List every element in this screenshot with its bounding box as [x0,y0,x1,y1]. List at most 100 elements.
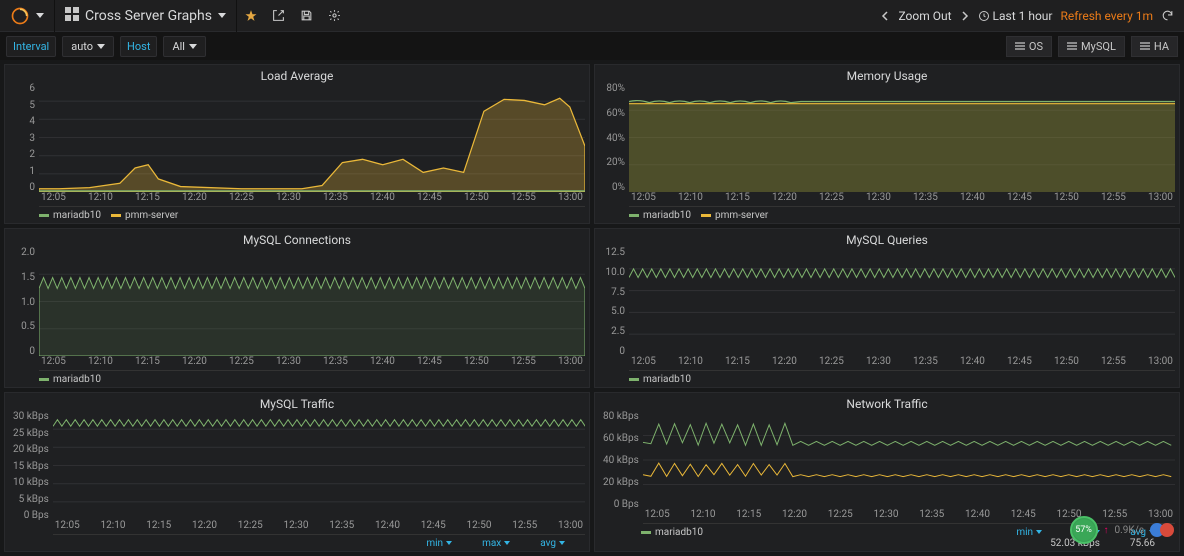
x-tick: 12:50 [464,192,489,206]
x-tick: 12:20 [782,509,807,523]
legend: mariadb10 [599,371,1175,385]
x-axis: 12:05 12:10 12:15 12:20 12:25 12:30 12:3… [629,356,1175,370]
star-button[interactable] [237,0,265,32]
x-tick: 12:45 [1007,192,1032,206]
link-label: MySQL [1081,40,1116,53]
save-button[interactable] [293,0,321,32]
time-range-picker[interactable]: Last 1 hour [978,9,1053,23]
x-tick: 12:35 [323,356,348,370]
time-forward-button[interactable] [960,11,970,21]
x-tick: 12:10 [101,520,126,534]
x-tick: 12:25 [819,192,844,206]
plot-area[interactable]: 12:05 12:10 12:15 12:20 12:25 12:30 12:3… [629,83,1175,207]
y-axis: 12.5 10.0 7.5 5.0 2.5 0 [599,247,629,371]
bars-icon [1140,42,1150,50]
plot-area[interactable]: 12:05 12:10 12:15 12:20 12:25 12:30 12:3… [629,247,1175,371]
x-tick: 12:25 [819,356,844,370]
y-tick: 0 Bps [13,510,49,521]
panel-memory-usage[interactable]: Memory Usage 80% 60% 40% 20% 0% 12:05 [594,64,1180,224]
y-tick: 10 kBps [13,477,49,488]
x-tick: 12:40 [370,192,395,206]
var-interval-value: auto [71,40,93,53]
plot-area[interactable]: 12:05 12:10 12:15 12:20 12:25 12:30 12:3… [39,83,585,207]
y-tick: 0 [603,346,625,357]
y-tick: 0 Bps [603,499,639,510]
progress-badge[interactable]: 57% [1070,516,1098,544]
dot-icon [1160,523,1174,537]
panel-mysql-queries[interactable]: MySQL Queries 12.5 10.0 7.5 5.0 2.5 0 12… [594,228,1180,388]
panel-mysql-traffic[interactable]: MySQL Traffic 30 kBps 25 kBps 20 kBps 15… [4,392,590,552]
y-tick: 0.5 [13,321,35,332]
chart-body: 80 kBps 60 kBps 40 kBps 20 kBps 0 Bps 12… [599,411,1175,524]
x-tick: 12:05 [41,192,66,206]
y-tick: 3 [13,133,35,144]
legend-swatch [629,214,639,217]
refresh-interval-picker[interactable]: Refresh every 1m [1060,9,1153,23]
dashboard-title: Cross Server Graphs [85,8,212,24]
var-interval-picker[interactable]: auto [62,36,114,57]
caret-down-icon [559,541,565,545]
panels-icon [65,7,79,24]
stat-max[interactable]: max [482,537,510,549]
var-interval-label: Interval [6,36,56,57]
x-tick: 12:40 [370,356,395,370]
stat-min[interactable]: min [1016,526,1042,538]
caret-down-icon [446,541,452,545]
y-axis: 2.0 1.5 1.0 0.5 0 [9,247,39,371]
legend-swatch [629,378,639,381]
legend-label: mariadb10 [643,210,691,221]
plot-area[interactable]: 12:05 12:10 12:15 12:20 12:25 12:30 12:3… [39,247,585,371]
stat-avg[interactable]: avg [540,537,565,549]
refresh-button[interactable] [1161,9,1174,22]
legend-item[interactable]: mariadb10 [39,209,101,221]
x-tick: 12:30 [866,192,891,206]
legend-swatch [111,214,121,217]
legend-item[interactable]: mariadb10 [629,209,691,221]
legend-item[interactable]: mariadb10 [629,373,691,385]
legend-item[interactable]: pmm-server [111,209,178,221]
legend-item[interactable]: mariadb10 [641,526,703,538]
panel-mysql-connections[interactable]: MySQL Connections 2.0 1.5 1.0 0.5 0 12:0… [4,228,590,388]
x-tick: 12:05 [41,356,66,370]
y-tick: 1.0 [13,297,35,308]
chart-body: 2.0 1.5 1.0 0.5 0 12:05 12:10 12:15 12:2… [9,247,585,371]
zoom-out-button[interactable]: Zoom Out [898,9,951,23]
x-axis: 12:05 12:10 12:15 12:20 12:25 12:30 12:3… [39,356,585,370]
plot-area[interactable]: 12:05 12:10 12:15 12:20 12:25 12:30 12:3… [643,411,1175,524]
x-axis: 12:05 12:10 12:15 12:20 12:25 12:30 12:3… [629,192,1175,206]
y-tick: 7.5 [603,287,625,298]
legend: mariadb10 pmm-server [9,207,585,221]
y-tick: 5 [13,100,35,111]
x-tick: 12:30 [284,520,309,534]
link-mysql[interactable]: MySQL [1058,36,1125,57]
grafana-logo-icon [10,6,30,26]
plot-area[interactable]: 12:05 12:10 12:15 12:20 12:25 12:30 12:3… [53,411,585,535]
var-host-picker[interactable]: All [163,36,206,57]
y-tick: 20% [603,157,625,168]
dashboard-links: OS MySQL HA [1006,36,1178,57]
y-tick: 2 [13,149,35,160]
panel-title: MySQL Traffic [9,395,585,411]
x-tick: 12:55 [1101,356,1126,370]
legend-item[interactable]: pmm-server [701,209,768,221]
time-back-button[interactable] [880,11,890,21]
link-ha[interactable]: HA [1131,36,1178,57]
legend-item[interactable]: mariadb10 [39,373,101,385]
dashboard-picker[interactable]: Cross Server Graphs [55,0,237,32]
settings-button[interactable] [321,0,349,32]
caret-down-icon [1036,530,1042,534]
chart-body: 80% 60% 40% 20% 0% 12:05 12:10 12:15 [599,83,1175,207]
panel-load-average[interactable]: Load Average 6 5 4 3 2 1 0 [4,64,590,224]
share-button[interactable] [265,0,293,32]
x-tick: 12:15 [725,356,750,370]
app-logo-cell[interactable] [0,0,55,32]
x-tick: 12:15 [146,520,171,534]
badge-dots[interactable] [1150,523,1174,537]
link-os[interactable]: OS [1006,36,1052,57]
y-tick: 0 [13,346,35,357]
stat-min[interactable]: min [426,537,452,549]
x-tick: 12:30 [276,356,301,370]
chart-svg [643,411,1175,509]
x-tick: 12:20 [192,520,217,534]
x-tick: 13:00 [558,356,583,370]
